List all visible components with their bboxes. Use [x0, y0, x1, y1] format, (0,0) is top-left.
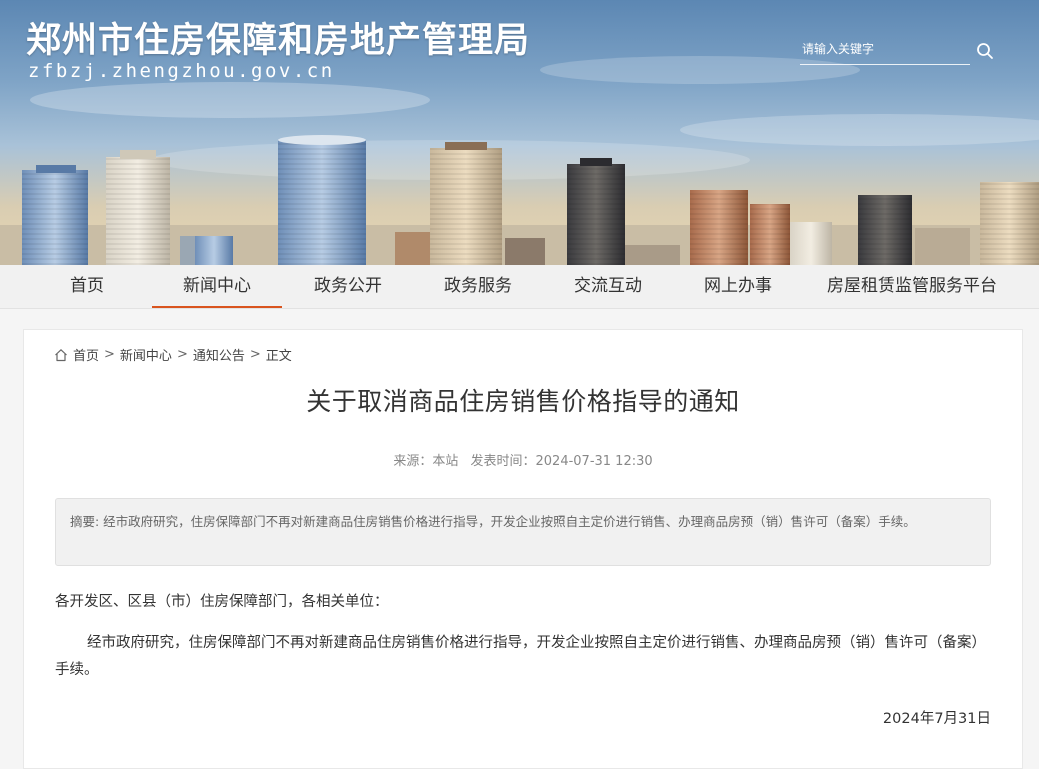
breadcrumb-news-center[interactable]: 新闻中心 — [120, 345, 172, 364]
nav-item-interaction[interactable]: 交流互动 — [543, 265, 673, 308]
breadcrumb: 首页 > 新闻中心 > 通知公告 > 正文 — [54, 345, 292, 364]
article-title: 关于取消商品住房销售价格指导的通知 — [306, 387, 740, 416]
search-icon[interactable] — [976, 42, 994, 60]
breadcrumb-separator: > — [176, 347, 188, 362]
breadcrumb-notices[interactable]: 通知公告 — [193, 345, 245, 364]
home-icon[interactable] — [54, 348, 68, 362]
breadcrumb-home[interactable]: 首页 — [73, 345, 99, 364]
article-source: 来源：本站 — [393, 454, 459, 469]
search-input[interactable] — [800, 38, 964, 60]
breadcrumb-separator: > — [249, 347, 261, 362]
article-paragraph: 经市政府研究，住房保障部门不再对新建商品住房销售价格进行指导，开发企业按照自主定… — [55, 635, 986, 678]
nav-item-government-affairs[interactable]: 政务公开 — [283, 265, 413, 308]
article-meta: 来源：本站 发表时间：2024-07-31 12:30 — [24, 450, 1022, 469]
article-summary: 摘要: 经市政府研究，住房保障部门不再对新建商品住房销售价格进行指导，开发企业按… — [55, 498, 991, 566]
article-card: 首页 > 新闻中心 > 通知公告 > 正文 关于取消商品住房销售价格指导的通知 … — [23, 329, 1023, 769]
main-nav: 首页 新闻中心 政务公开 政务服务 交流互动 网上办事 房屋租赁监管服务平台 — [0, 265, 1039, 309]
nav-item-news-center[interactable]: 新闻中心 — [152, 265, 282, 308]
nav-item-government-services[interactable]: 政务服务 — [413, 265, 543, 308]
breadcrumb-current: 正文 — [265, 349, 292, 364]
search-box — [800, 38, 970, 65]
nav-item-online-services[interactable]: 网上办事 — [673, 265, 803, 308]
site-title: 郑州市住房保障和房地产管理局 — [26, 21, 531, 61]
article-greeting: 各开发区、区县（市）住房保障部门，各相关单位： — [55, 594, 389, 610]
article-publish-time: 发表时间：2024-07-31 12:30 — [470, 454, 653, 469]
site-domain: zfbzj.zhengzhou.gov.cn — [28, 60, 335, 82]
breadcrumb-separator: > — [104, 347, 115, 362]
nav-item-home[interactable]: 首页 — [36, 265, 138, 308]
article-date: 2024年7月31日 — [882, 711, 991, 727]
nav-item-rental-platform[interactable]: 房屋租赁监管服务平台 — [812, 265, 1012, 308]
